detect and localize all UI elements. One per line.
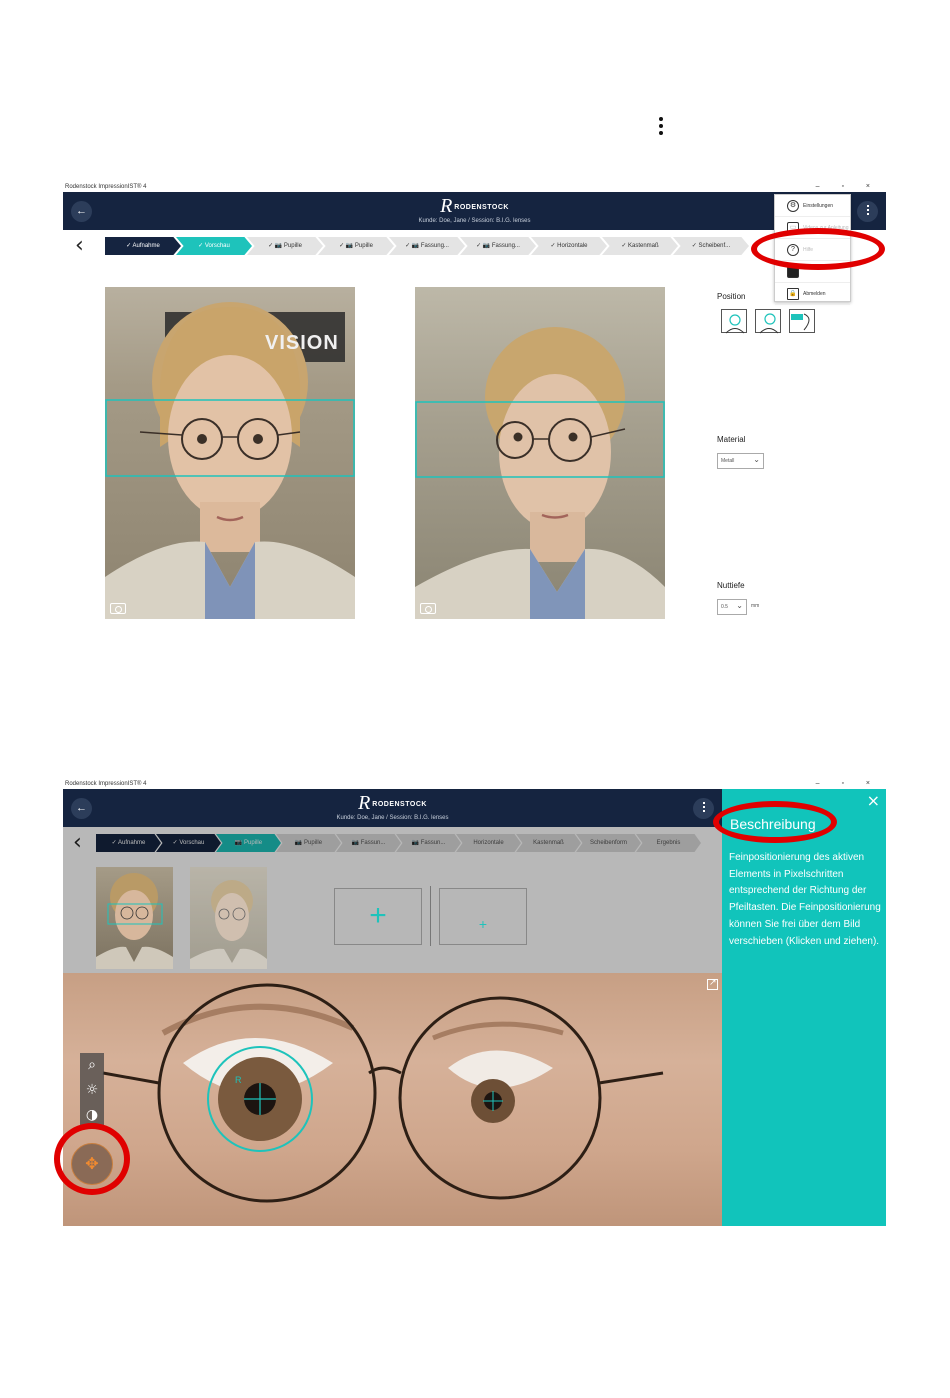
- screenshot-settings-menu: Rodenstock ImpressionIST® 4 – ▫ × ← R ROD…: [63, 182, 886, 627]
- lens-right-box[interactable]: +: [334, 888, 422, 945]
- rodenstock-logo: R: [440, 195, 453, 217]
- lens-center-plus: +: [369, 899, 387, 932]
- frontal-photo[interactable]: VISION: [105, 287, 355, 619]
- step-fassung-2[interactable]: ✓ 📷 Fassung...: [460, 237, 536, 255]
- step-vorschau[interactable]: ✓ Vorschau: [176, 237, 252, 255]
- step-kastenmass[interactable]: ✓ Kastenmaß: [602, 237, 678, 255]
- highlight-oval-joystick: [54, 1123, 130, 1195]
- customer-session: Kunde: Doe, Jane / Session: B.I.G. lense…: [418, 218, 531, 224]
- menu-item-einstellungen[interactable]: ⚙ Einstellungen: [775, 195, 850, 217]
- close-icon[interactable]: ×: [867, 791, 880, 810]
- brand: R RODENSTOCK Kunde: Doe, Jane / Session: …: [63, 792, 722, 821]
- menu-item-label: Abmelden: [803, 291, 826, 297]
- lens-center-plus: +: [478, 916, 488, 932]
- side-thumbnail[interactable]: [190, 867, 267, 969]
- step-horizontale[interactable]: ✓ Horizontale: [531, 237, 607, 255]
- frontal-thumbnail[interactable]: [96, 867, 173, 969]
- position-options: [721, 309, 823, 334]
- lock-icon: 🔒: [787, 288, 799, 300]
- side-photo[interactable]: [415, 287, 665, 619]
- nuttiefe-select[interactable]: 0.5: [717, 599, 747, 615]
- expand-icon[interactable]: [707, 977, 718, 990]
- vision-sign-text: VISION: [265, 332, 339, 354]
- gear-icon: ⚙: [787, 200, 799, 212]
- window-titlebar: Rodenstock ImpressionIST® 4 – ▫ ×: [63, 182, 886, 192]
- brand-name: RODENSTOCK: [372, 801, 427, 808]
- step-scheibenform[interactable]: ✓ Scheibenf...: [673, 237, 749, 255]
- head-frontal-icon[interactable]: [721, 309, 747, 334]
- nuttiefe-label: Nuttiefe: [717, 581, 745, 590]
- camera-icon[interactable]: [420, 603, 436, 614]
- kebab-menu-icon: [656, 117, 666, 139]
- head-profile-icon[interactable]: [789, 309, 815, 333]
- lens-left-box[interactable]: +: [439, 888, 527, 945]
- step-prev-button[interactable]: ‹: [75, 233, 84, 258]
- highlight-oval-hilfe: [751, 228, 885, 270]
- description-panel: × Beschreibung Feinpositionierung des ak…: [722, 789, 886, 1226]
- window-titlebar: Rodenstock ImpressionIST® 4 – ▫ ×: [63, 779, 886, 789]
- highlight-oval-beschreibung: [713, 801, 837, 843]
- menu-item-abmelden[interactable]: 🔒 Abmelden: [775, 283, 850, 305]
- material-select[interactable]: Metall: [717, 453, 764, 469]
- lens-divider: [430, 886, 431, 946]
- menu-button[interactable]: [693, 798, 714, 819]
- brand: R RODENSTOCK Kunde: Doe, Jane / Session: …: [63, 195, 886, 224]
- window-title: Rodenstock ImpressionIST® 4: [65, 184, 147, 190]
- image-tools: ⌕ ☼ ◑: [80, 1053, 104, 1128]
- eye-side-label: R: [235, 1075, 242, 1085]
- rodenstock-logo: R: [358, 792, 371, 814]
- menu-button[interactable]: [857, 201, 878, 222]
- window-title: Rodenstock ImpressionIST® 4: [65, 781, 147, 787]
- zoom-icon[interactable]: ⌕: [80, 1053, 104, 1078]
- material-label: Material: [717, 435, 746, 444]
- customer-session: Kunde: Doe, Jane / Session: B.I.G. lense…: [336, 815, 449, 821]
- window-controls[interactable]: – ▫ ×: [816, 182, 880, 192]
- step-aufnahme[interactable]: ✓ Aufnahme: [105, 237, 181, 255]
- screenshot-pupil-detail: Rodenstock ImpressionIST® 4 – ▫ × ← R ROD…: [54, 779, 886, 1226]
- window-controls[interactable]: – ▫ ×: [816, 779, 880, 789]
- menu-item-label: Einstellungen: [803, 203, 834, 209]
- head-tilted-icon[interactable]: [755, 309, 781, 334]
- step-fassung-1[interactable]: ✓ 📷 Fassung...: [389, 237, 465, 255]
- brightness-icon[interactable]: ☼: [80, 1078, 104, 1103]
- camera-icon[interactable]: [110, 603, 126, 614]
- step-pupille-1[interactable]: ✓ 📷 Pupille: [247, 237, 323, 255]
- app-header: ← R RODENSTOCK Kunde: Doe, Jane / Session…: [63, 192, 886, 230]
- nuttiefe-unit: mm: [751, 603, 760, 609]
- position-label: Position: [717, 292, 746, 301]
- step-pupille-2[interactable]: ✓ 📷 Pupille: [318, 237, 394, 255]
- eye-closeup-view[interactable]: R ⌕ ☼ ◑ ✥: [63, 973, 722, 1226]
- description-text: Feinpositionierung des aktiven Elements …: [729, 852, 881, 947]
- brand-name: RODENSTOCK: [454, 204, 509, 211]
